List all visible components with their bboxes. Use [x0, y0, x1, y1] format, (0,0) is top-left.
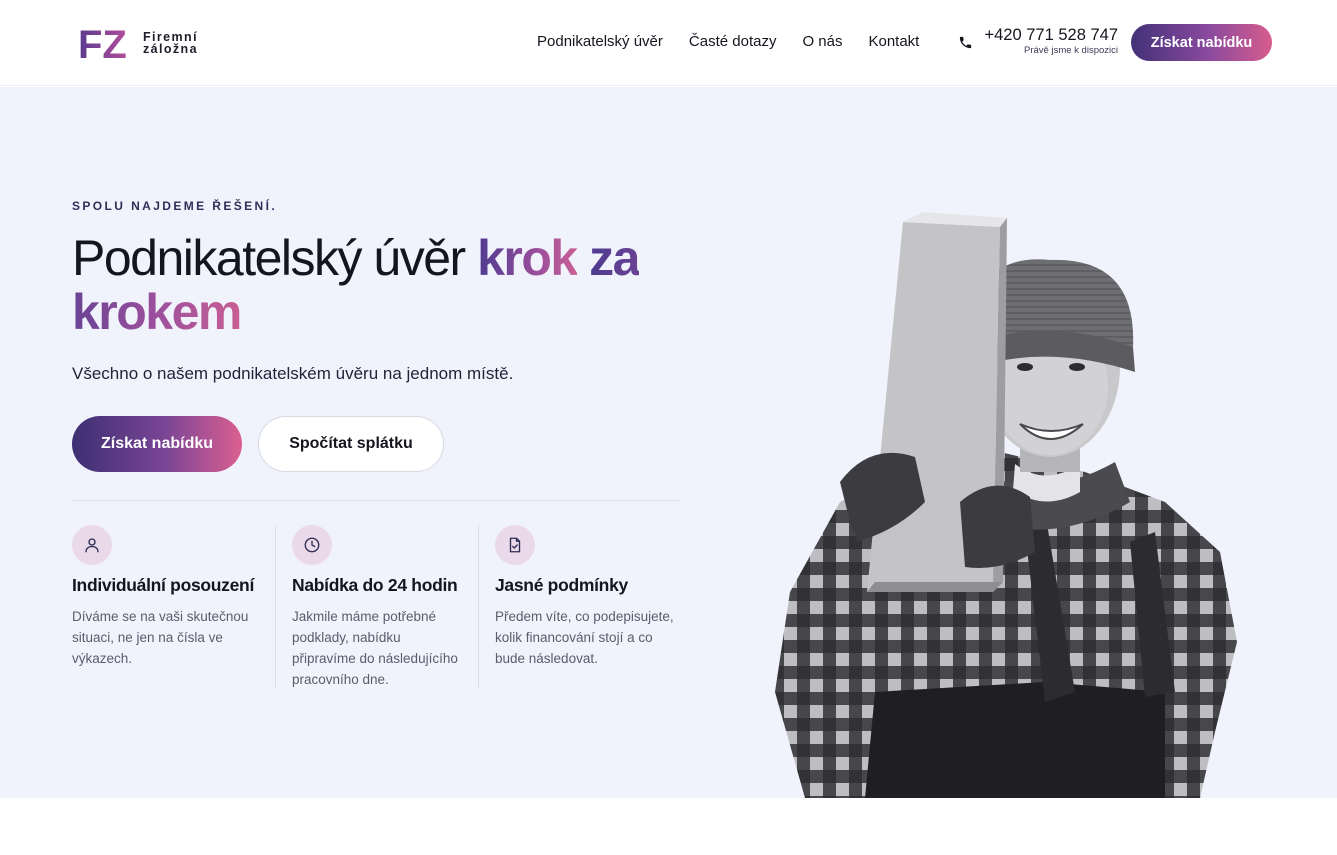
- feature-title: Individuální posouzení: [72, 575, 255, 595]
- logo-text: Firemní záložna: [143, 31, 198, 56]
- header-get-offer-button[interactable]: Získat nabídku: [1131, 24, 1272, 61]
- feature-description: Jakmile máme potřebné podklady, nabídku …: [292, 609, 458, 687]
- svg-text:FZ: FZ: [78, 24, 127, 62]
- nav-item-o-nas[interactable]: O nás: [802, 33, 842, 50]
- feature-separator: [275, 525, 276, 689]
- feature-description: Díváme se na vaši skutečnou situaci, ne …: [72, 609, 249, 666]
- logo-mark-icon: FZ: [78, 24, 127, 62]
- main-nav: Podnikatelský úvěr Časté dotazy O nás Ko…: [537, 33, 919, 50]
- feature-icon-badge: [72, 525, 112, 565]
- hero-section: SPOLU NAJDEME ŘEŠENÍ. Podnikatelský úvěr…: [0, 87, 1337, 798]
- feature-clear-terms: Jasné podmínky Předem víte, co podepisuj…: [495, 525, 685, 669]
- phone-contact[interactable]: +420 771 528 747 Právě jsme k dispozici: [958, 26, 1118, 60]
- feature-title: Jasné podmínky: [495, 575, 628, 595]
- hero-title-dark: Podnikatelský úvěr: [72, 230, 466, 286]
- feature-title: Nabídka do 24 hodin: [292, 575, 458, 595]
- hero-photo-worker: [775, 212, 1237, 798]
- nav-item-caste-dotazy[interactable]: Časté dotazy: [689, 33, 777, 50]
- feature-description: Předem víte, co podepisujete, kolik fina…: [495, 609, 674, 666]
- feature-icon-badge: [292, 525, 332, 565]
- clock-icon: [304, 537, 320, 553]
- hero-title-highlight-1: krok: [477, 230, 578, 286]
- phone-number: +420 771 528 747: [984, 26, 1118, 44]
- feature-icon-badge: [495, 525, 535, 565]
- nav-item-podnikatelsky-uver[interactable]: Podnikatelský úvěr: [537, 33, 663, 50]
- site-header: FZ Firemní záložna Podnikatelský úvěr Ča…: [0, 0, 1337, 86]
- get-offer-button[interactable]: Získat nabídku: [72, 416, 242, 472]
- calculate-installment-button[interactable]: Spočítat splátku: [258, 416, 444, 472]
- phone-icon: [959, 36, 972, 49]
- user-icon: [85, 538, 99, 553]
- feature-offer-24h: Nabídka do 24 hodin Jakmile máme potřebn…: [292, 525, 464, 690]
- page-bottom-band: [0, 798, 1337, 855]
- phone-availability: Právě jsme k dispozici: [1024, 45, 1118, 56]
- file-check-icon: [509, 537, 521, 553]
- logo-text-line2: záložna: [143, 42, 198, 56]
- feature-individual-assessment: Individuální posouzení Díváme se na vaši…: [72, 525, 262, 669]
- logo[interactable]: FZ Firemní záložna: [78, 24, 198, 62]
- hero-divider: [72, 500, 680, 501]
- feature-separator: [478, 525, 479, 689]
- hero-title: Podnikatelský úvěr krok za krokem: [72, 231, 692, 339]
- nav-item-kontakt[interactable]: Kontakt: [868, 33, 919, 50]
- hero-lead: Všechno o našem podnikatelském úvěru na …: [72, 364, 514, 383]
- hero-eyebrow: SPOLU NAJDEME ŘEŠENÍ.: [72, 199, 278, 213]
